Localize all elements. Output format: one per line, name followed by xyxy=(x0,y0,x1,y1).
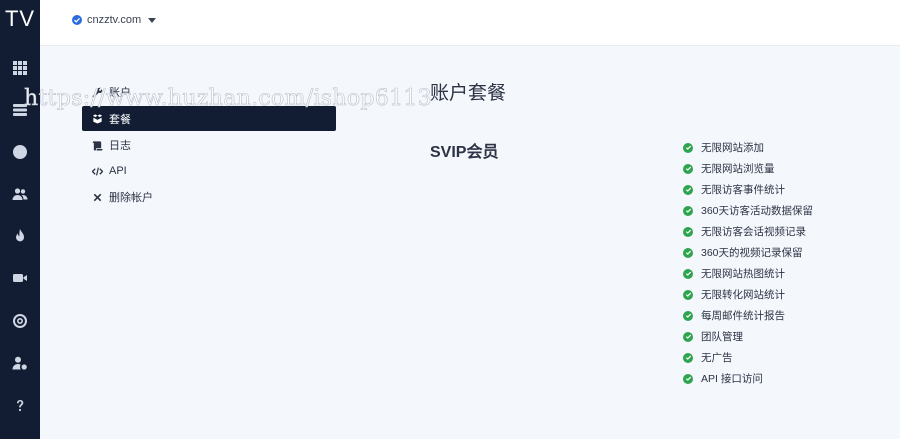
check-icon xyxy=(683,205,693,216)
grid-icon[interactable] xyxy=(10,58,30,78)
check-icon xyxy=(683,289,693,300)
feature-list: 无限网站添加 无限网站浏览量 无限访客事件统计 360天访客活动数据保留 无限访… xyxy=(683,137,813,389)
check-icon xyxy=(683,184,693,195)
check-icon xyxy=(683,310,693,321)
menu-item-account[interactable]: 账户 xyxy=(82,81,336,103)
feature-item: 无限访客事件统计 xyxy=(683,179,813,200)
users-icon[interactable] xyxy=(10,184,30,204)
site-name: cnzztv.com xyxy=(87,14,142,26)
check-icon xyxy=(683,268,693,279)
menu-item-delete-account[interactable]: 删除帐户 xyxy=(82,186,336,208)
feature-item: 无限网站浏览量 xyxy=(683,158,813,179)
check-icon xyxy=(683,373,693,384)
page-title: 账户套餐 xyxy=(430,83,507,104)
menu-item-label: 日志 xyxy=(109,140,131,152)
feature-label: 无限网站添加 xyxy=(701,142,764,154)
chevron-down-icon xyxy=(148,17,157,23)
video-icon[interactable] xyxy=(10,268,30,288)
server-icon[interactable] xyxy=(10,100,30,120)
menu-item-api[interactable]: API xyxy=(82,160,336,182)
feature-label: 团队管理 xyxy=(701,331,743,343)
target-icon[interactable] xyxy=(10,311,30,331)
menu-item-label: API xyxy=(109,165,127,177)
site-selector[interactable]: cnzztv.com xyxy=(72,14,157,26)
check-icon xyxy=(683,331,693,342)
feature-item: 每周邮件统计报告 xyxy=(683,305,813,326)
feature-label: 无限网站浏览量 xyxy=(701,163,775,175)
feature-label: 360天的视频记录保留 xyxy=(701,247,803,259)
menu-item-plan[interactable]: 套餐 xyxy=(82,106,336,131)
clock-icon[interactable] xyxy=(10,142,30,162)
feature-item: 无广告 xyxy=(683,347,813,368)
feature-item: 无限访客会话视频记录 xyxy=(683,221,813,242)
feature-label: 无广告 xyxy=(701,352,733,364)
close-icon xyxy=(93,193,102,201)
scroll-icon xyxy=(92,140,103,151)
feature-label: 每周邮件统计报告 xyxy=(701,310,785,322)
fire-icon[interactable] xyxy=(10,226,30,246)
check-icon xyxy=(683,163,693,174)
package-icon xyxy=(92,114,103,124)
feature-item: 团队管理 xyxy=(683,326,813,347)
check-icon xyxy=(683,247,693,258)
code-icon xyxy=(92,167,103,175)
feature-label: 无限网站热图统计 xyxy=(701,268,785,280)
feature-item: 无限转化网站统计 xyxy=(683,284,813,305)
feature-item: 无限网站添加 xyxy=(683,137,813,158)
feature-label: 无限转化网站统计 xyxy=(701,289,785,301)
feature-label: 无限访客事件统计 xyxy=(701,184,785,196)
feature-item: API 接口访问 xyxy=(683,368,813,389)
top-bar: cnzztv.com xyxy=(40,0,900,46)
feature-label: 无限访客会话视频记录 xyxy=(701,226,806,238)
menu-item-label: 账户 xyxy=(109,87,131,99)
menu-item-label: 删除帐户 xyxy=(109,192,153,204)
feature-label: API 接口访问 xyxy=(701,373,763,385)
check-icon xyxy=(683,352,693,363)
app-logo[interactable]: TV xyxy=(0,6,40,32)
feature-item: 无限网站热图统计 xyxy=(683,263,813,284)
check-icon xyxy=(683,226,693,237)
feature-item: 360天访客活动数据保留 xyxy=(683,200,813,221)
user-gear-icon[interactable] xyxy=(10,353,30,373)
menu-item-logs[interactable]: 日志 xyxy=(82,134,336,156)
feature-label: 360天访客活动数据保留 xyxy=(701,205,814,217)
feature-item: 360天的视频记录保留 xyxy=(683,242,813,263)
help-icon[interactable] xyxy=(10,396,30,416)
plan-name: SVIP会员 xyxy=(430,144,499,161)
wrench-icon xyxy=(92,87,103,97)
check-icon xyxy=(683,142,693,153)
icon-rail: TV xyxy=(0,0,40,439)
verified-check-icon xyxy=(72,15,82,25)
menu-item-label: 套餐 xyxy=(109,113,131,126)
